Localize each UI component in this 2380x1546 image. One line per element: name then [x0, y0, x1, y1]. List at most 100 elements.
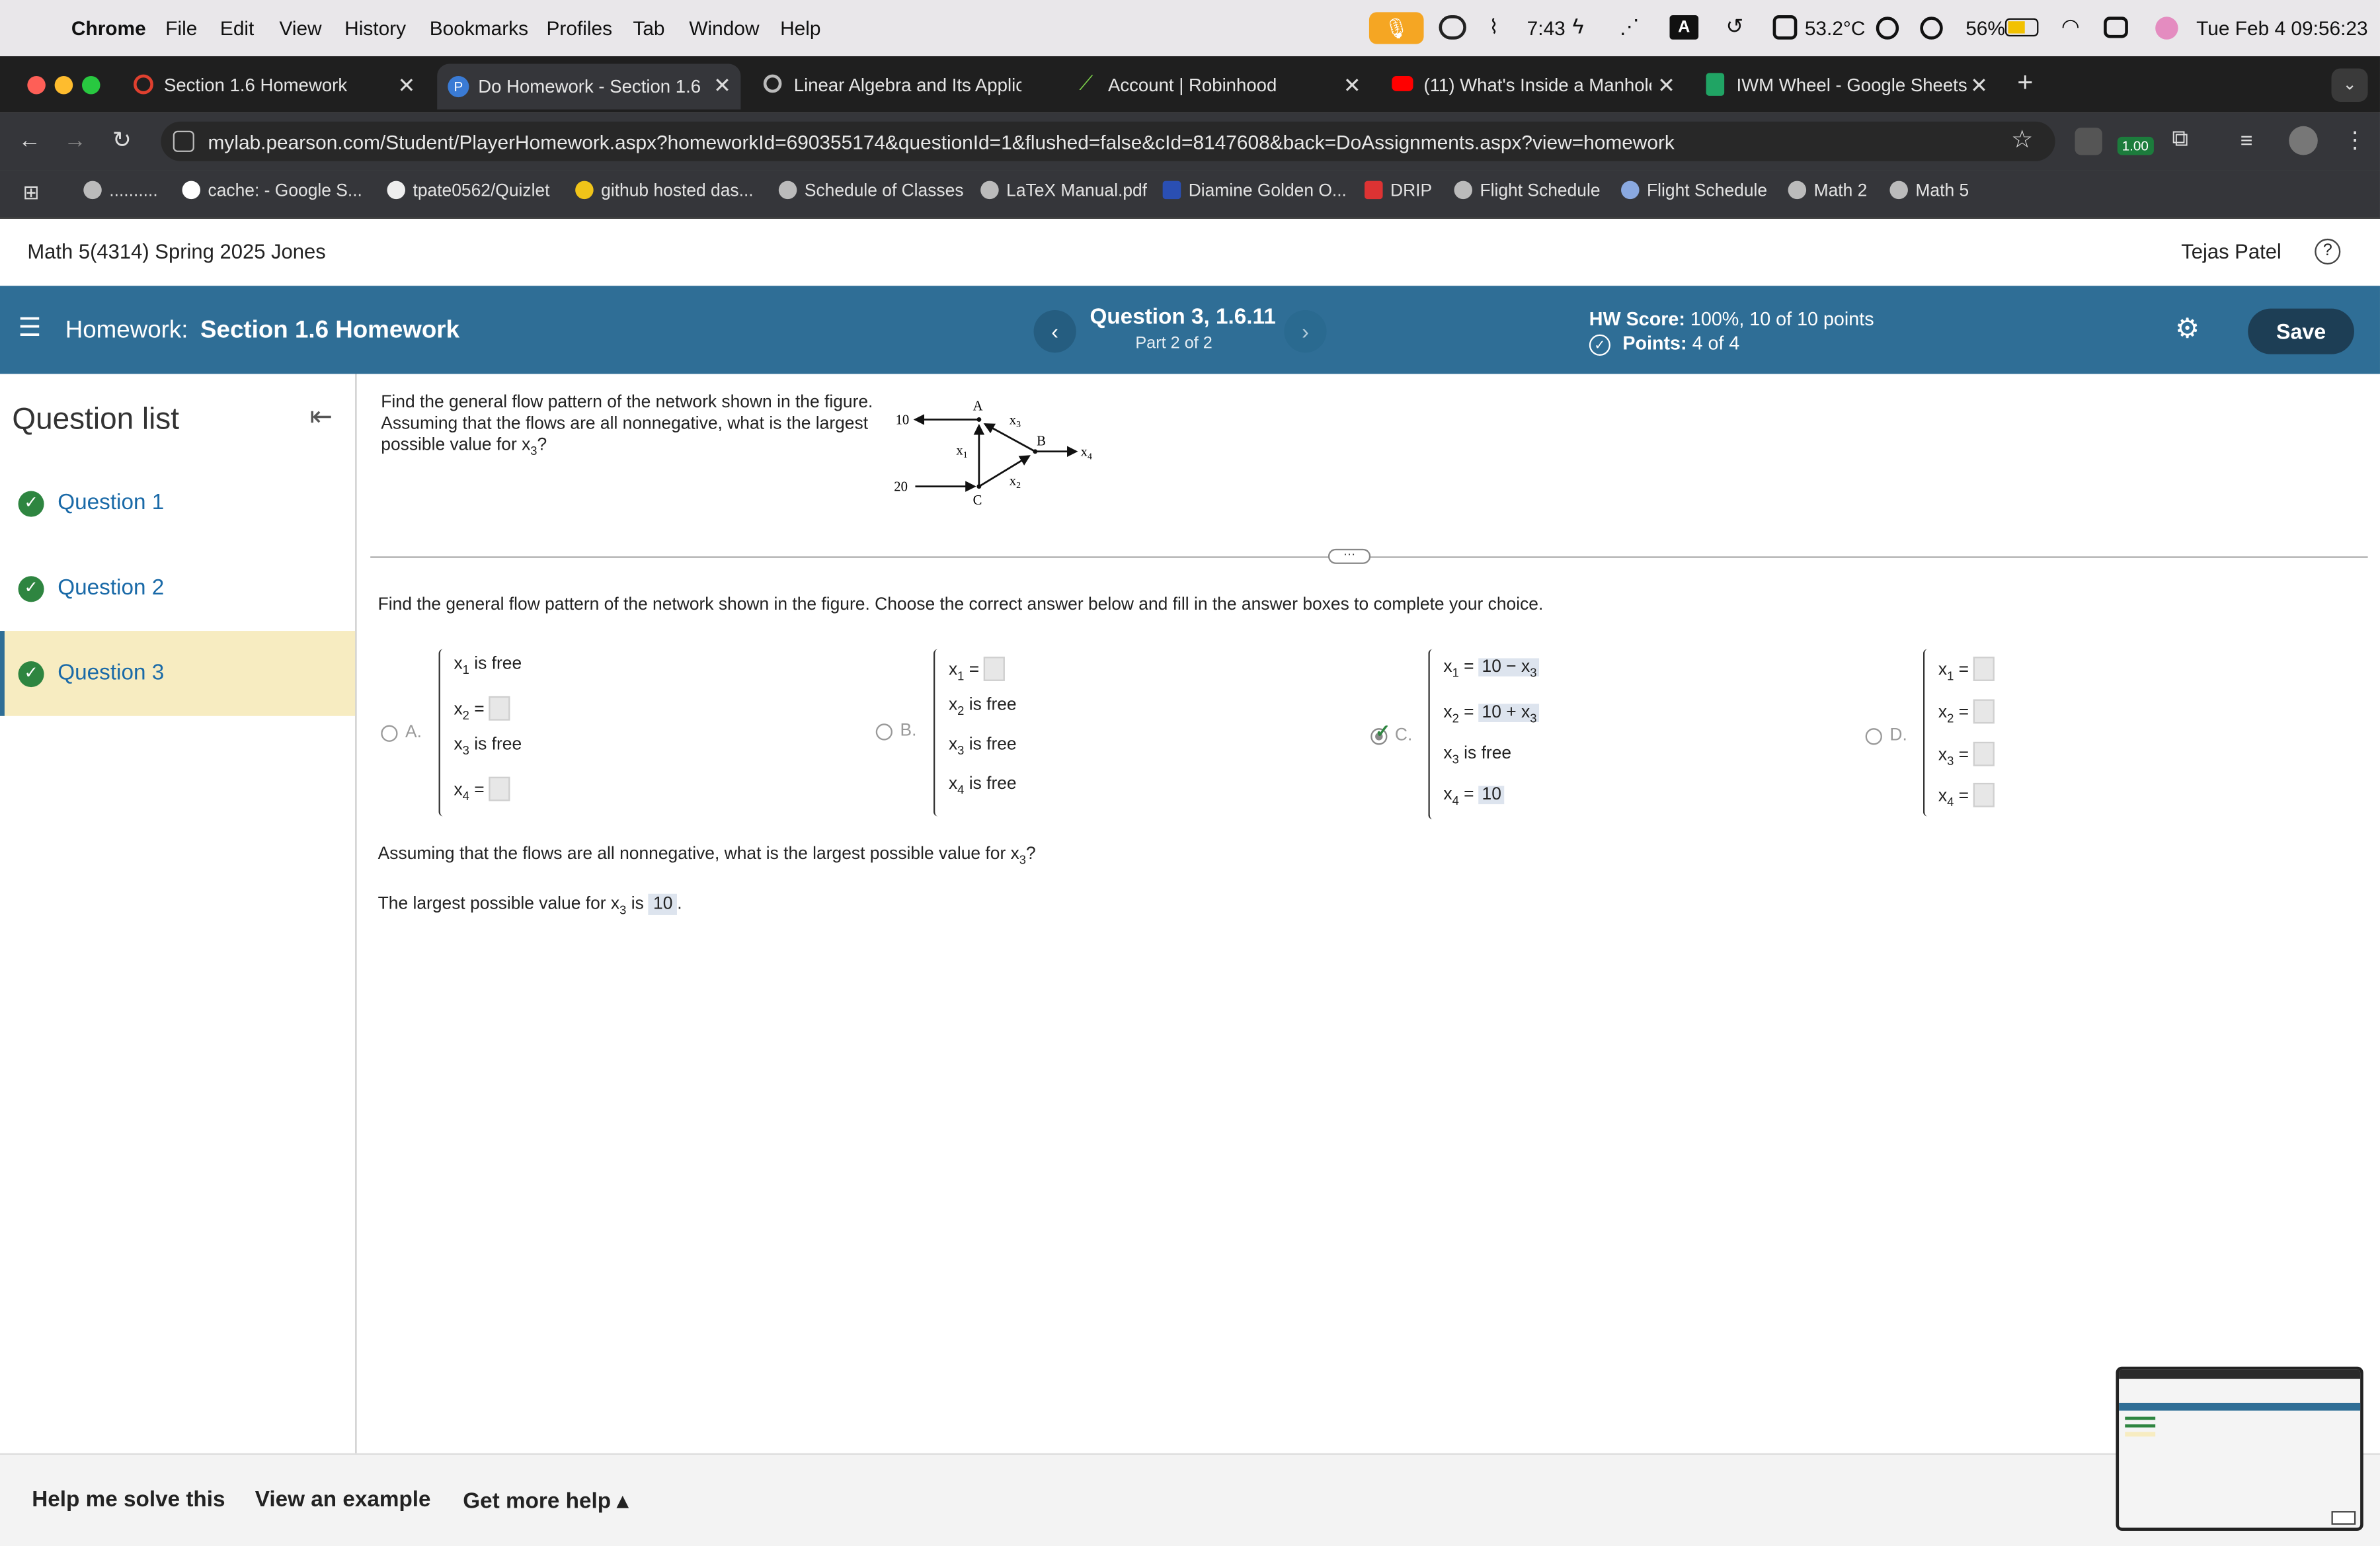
bookmark-item[interactable]: LaTeX Manual.pdf [980, 181, 1147, 200]
settings-gear-icon[interactable]: ⚙ [2175, 313, 2200, 345]
window-zoom-icon[interactable] [81, 75, 100, 95]
extension-glasses-icon[interactable] [2075, 128, 2102, 155]
menu-window[interactable]: Window [689, 17, 759, 39]
bookmark-item[interactable]: Math 2 [1788, 181, 1867, 200]
tab-section-homework[interactable]: Section 1.6 Homework [122, 67, 425, 103]
bookmark-item[interactable]: Flight Schedule [1621, 181, 1767, 200]
menu-view[interactable]: View [279, 17, 321, 39]
back-icon[interactable]: ← [19, 128, 41, 153]
tab-linear-algebra[interactable]: Linear Algebra and Its Applica [753, 67, 1056, 103]
tab-close-icon[interactable]: ✕ [1657, 73, 1675, 99]
menu-bookmarks[interactable]: Bookmarks [430, 17, 528, 39]
answer-box-d-x4[interactable] [1973, 782, 1995, 807]
user-name[interactable]: Tejas Patel [2181, 240, 2281, 263]
paperclip-icon[interactable]: ⌇ [1489, 15, 1499, 40]
menu-file[interactable]: File [165, 17, 197, 39]
answer-box-d-x2[interactable] [1973, 699, 1995, 724]
extensions-puzzle-icon[interactable]: ⧉ [2172, 126, 2188, 152]
bookmark-item[interactable]: cache: - Google S... [182, 181, 362, 200]
next-question-button[interactable]: › [1284, 309, 1327, 353]
battery-percent: 56% [1965, 17, 2005, 40]
play-icon[interactable] [1920, 17, 1943, 40]
answer-box-c-x2[interactable]: 10 + x3 [1478, 704, 1540, 725]
bookmark-item[interactable]: tpate0562/Quizlet [387, 181, 549, 200]
window-close-icon[interactable] [27, 75, 46, 95]
previous-question-button[interactable]: ‹ [1033, 309, 1076, 353]
bookmark-item[interactable]: github hosted das... [575, 181, 754, 200]
question-list-item-3[interactable]: ✓ Question 3 [0, 631, 356, 716]
control-center-icon[interactable] [2104, 17, 2128, 38]
tab-close-icon[interactable]: ✕ [713, 73, 731, 99]
resize-handle[interactable]: ··· [1328, 548, 1371, 564]
new-tab-button[interactable]: + [2017, 67, 2033, 99]
chrome-menu-icon[interactable]: ⋮ [2344, 126, 2366, 153]
choice-d-row-3: x3 = [1938, 741, 1995, 768]
answer-box-largest-x3[interactable]: 10 [649, 893, 678, 915]
menu-history[interactable]: History [344, 17, 406, 39]
bookmark-item[interactable]: Flight Schedule [1454, 181, 1601, 200]
battery-icon[interactable] [2004, 18, 2039, 37]
weather-icon[interactable]: ⋰ [1620, 15, 1640, 40]
reload-icon[interactable]: ↻ [112, 126, 132, 153]
menu-tab[interactable]: Tab [633, 17, 664, 39]
choice-b-radio[interactable] [875, 723, 892, 741]
choice-d-letter: D. [1889, 726, 1907, 745]
siri-icon[interactable] [2155, 17, 2178, 40]
bookmark-item[interactable]: .......... [83, 181, 158, 200]
answer-box-d-x3[interactable] [1973, 741, 1995, 766]
choice-d-radio[interactable] [1865, 728, 1882, 745]
bookmark-item[interactable]: DRIP [1365, 181, 1432, 200]
extension-badge[interactable]: 1.00 [2117, 136, 2153, 155]
bookmark-star-icon[interactable]: ☆ [2011, 125, 2033, 155]
window-minimize-icon[interactable] [54, 75, 73, 95]
url-text[interactable]: mylab.pearson.com/Student/PlayerHomework… [208, 131, 1675, 153]
answer-box-b-x1[interactable] [984, 657, 1006, 681]
node-b [1033, 449, 1038, 454]
tab-close-icon[interactable]: ✕ [1970, 73, 1988, 99]
question-label: Question 1 [58, 491, 165, 516]
tab-robinhood[interactable]: ⟋ Account | Robinhood [1068, 67, 1372, 103]
profile-avatar[interactable] [2289, 126, 2318, 155]
account-icon[interactable] [1876, 17, 1899, 40]
get-more-help-button[interactable]: Get more help ▴ [463, 1490, 628, 1514]
wifi-icon[interactable]: ◠ [2061, 14, 2080, 40]
menu-app-name[interactable]: Chrome [71, 17, 146, 39]
chip-icon[interactable] [1772, 15, 1798, 40]
input-source-icon[interactable]: A [1669, 15, 1699, 40]
help-circle-icon[interactable]: ? [2315, 238, 2341, 265]
menu-profiles[interactable]: Profiles [547, 17, 613, 39]
menu-help[interactable]: Help [780, 17, 820, 39]
bolt-icon[interactable]: ϟ [1573, 14, 1584, 38]
answer-box-d-x1[interactable] [1973, 657, 1995, 681]
screenshot-thumbnail[interactable] [2116, 1366, 2363, 1531]
bookmark-item[interactable]: Schedule of Classes [778, 181, 964, 200]
apps-grid-icon[interactable]: ⊞ [22, 181, 39, 206]
help-me-solve-button[interactable]: Help me solve this [32, 1488, 225, 1513]
answer-box-c-x4[interactable]: 10 [1478, 786, 1505, 805]
menu-edit[interactable]: Edit [220, 17, 254, 39]
answer-box-a-x4[interactable] [489, 776, 511, 801]
tab-close-icon[interactable]: ✕ [1343, 73, 1361, 99]
site-settings-icon[interactable] [173, 130, 194, 152]
media-control-icon[interactable]: ≡ [2241, 128, 2253, 152]
answer-box-c-x1[interactable]: 10 − x3 [1478, 658, 1540, 680]
tab-close-icon[interactable]: ✕ [398, 73, 416, 99]
tab-search-icon[interactable]: ⌄ [2331, 68, 2368, 102]
save-button[interactable]: Save [2248, 308, 2354, 354]
bookmark-item[interactable]: Math 5 [1889, 181, 1969, 200]
question-list-item-2[interactable]: ✓ Question 2 [0, 546, 355, 631]
choice-a-radio[interactable] [381, 725, 398, 742]
time-machine-icon[interactable]: ↺ [1726, 14, 1743, 40]
menu-hamburger-icon[interactable]: ☰ [19, 313, 42, 344]
forward-icon[interactable]: → [63, 128, 86, 153]
view-example-button[interactable]: View an example [255, 1488, 431, 1513]
tab-google-sheets[interactable]: IWM Wheel - Google Sheets [1697, 67, 2001, 103]
cloud-icon[interactable] [1439, 15, 1466, 40]
microphone-icon[interactable]: 🎙 [1368, 12, 1424, 44]
tab-do-homework[interactable]: P Do Homework - Section 1.6 H [437, 63, 741, 110]
tab-youtube[interactable]: (11) What's Inside a Manhole? [1384, 67, 1682, 103]
collapse-panel-icon[interactable]: ⇤ [309, 401, 333, 433]
bookmark-item[interactable]: Diamine Golden O... [1162, 181, 1347, 200]
question-list-item-1[interactable]: ✓ Question 1 [0, 461, 355, 546]
answer-box-a-x2[interactable] [489, 696, 511, 721]
